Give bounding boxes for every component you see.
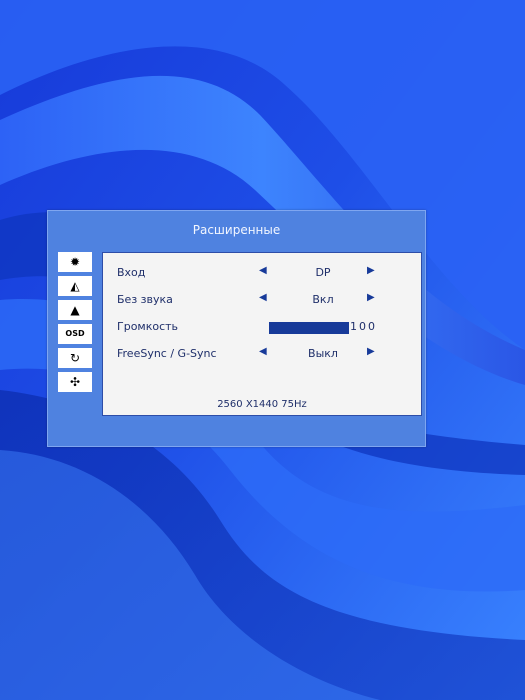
volume-row[interactable]: Громкость 100 xyxy=(103,317,421,337)
mute-left-arrow-icon[interactable]: ◀ xyxy=(259,293,267,303)
freesync-value: Выкл xyxy=(308,347,338,360)
freesync-right-arrow-icon[interactable]: ▶ xyxy=(367,347,375,357)
mute-right-arrow-icon[interactable]: ▶ xyxy=(367,293,375,303)
input-label: Вход xyxy=(117,266,146,279)
mute-value: Вкл xyxy=(312,293,334,306)
brightness-icon[interactable]: ✹ xyxy=(58,252,92,272)
osd-menu-icons: ✹ ◭ ▲ OSD ↻ ✣ xyxy=(58,252,98,396)
volume-slider[interactable] xyxy=(269,322,349,334)
freesync-label: FreeSync / G-Sync xyxy=(117,347,217,360)
volume-value: 100 xyxy=(350,320,377,333)
image-icon[interactable]: ◭ xyxy=(58,276,92,296)
reset-icon[interactable]: ↻ xyxy=(58,348,92,368)
input-row[interactable]: Вход ◀ DP ▶ xyxy=(103,263,421,283)
mute-row[interactable]: Без звука ◀ Вкл ▶ xyxy=(103,290,421,310)
color-icon[interactable]: ▲ xyxy=(58,300,92,320)
osd-settings-icon[interactable]: OSD xyxy=(58,324,92,344)
mute-label: Без звука xyxy=(117,293,173,306)
osd-content-panel: Вход ◀ DP ▶ Без звука ◀ Вкл ▶ Громкость … xyxy=(102,252,422,416)
monitor-osd-menu: Расширенные ✹ ◭ ▲ OSD ↻ ✣ Вход ◀ DP ▶ Бе… xyxy=(47,210,426,447)
volume-label: Громкость xyxy=(117,320,179,333)
advanced-icon[interactable]: ✣ xyxy=(58,372,92,392)
freesync-left-arrow-icon[interactable]: ◀ xyxy=(259,347,267,357)
volume-slider-fill xyxy=(270,323,348,333)
resolution-status: 2560 X1440 75Hz xyxy=(217,399,307,410)
input-right-arrow-icon[interactable]: ▶ xyxy=(367,266,375,276)
input-value: DP xyxy=(315,266,331,279)
freesync-row[interactable]: FreeSync / G-Sync ◀ Выкл ▶ xyxy=(103,344,421,364)
osd-title: Расширенные xyxy=(192,223,281,237)
input-left-arrow-icon[interactable]: ◀ xyxy=(259,266,267,276)
